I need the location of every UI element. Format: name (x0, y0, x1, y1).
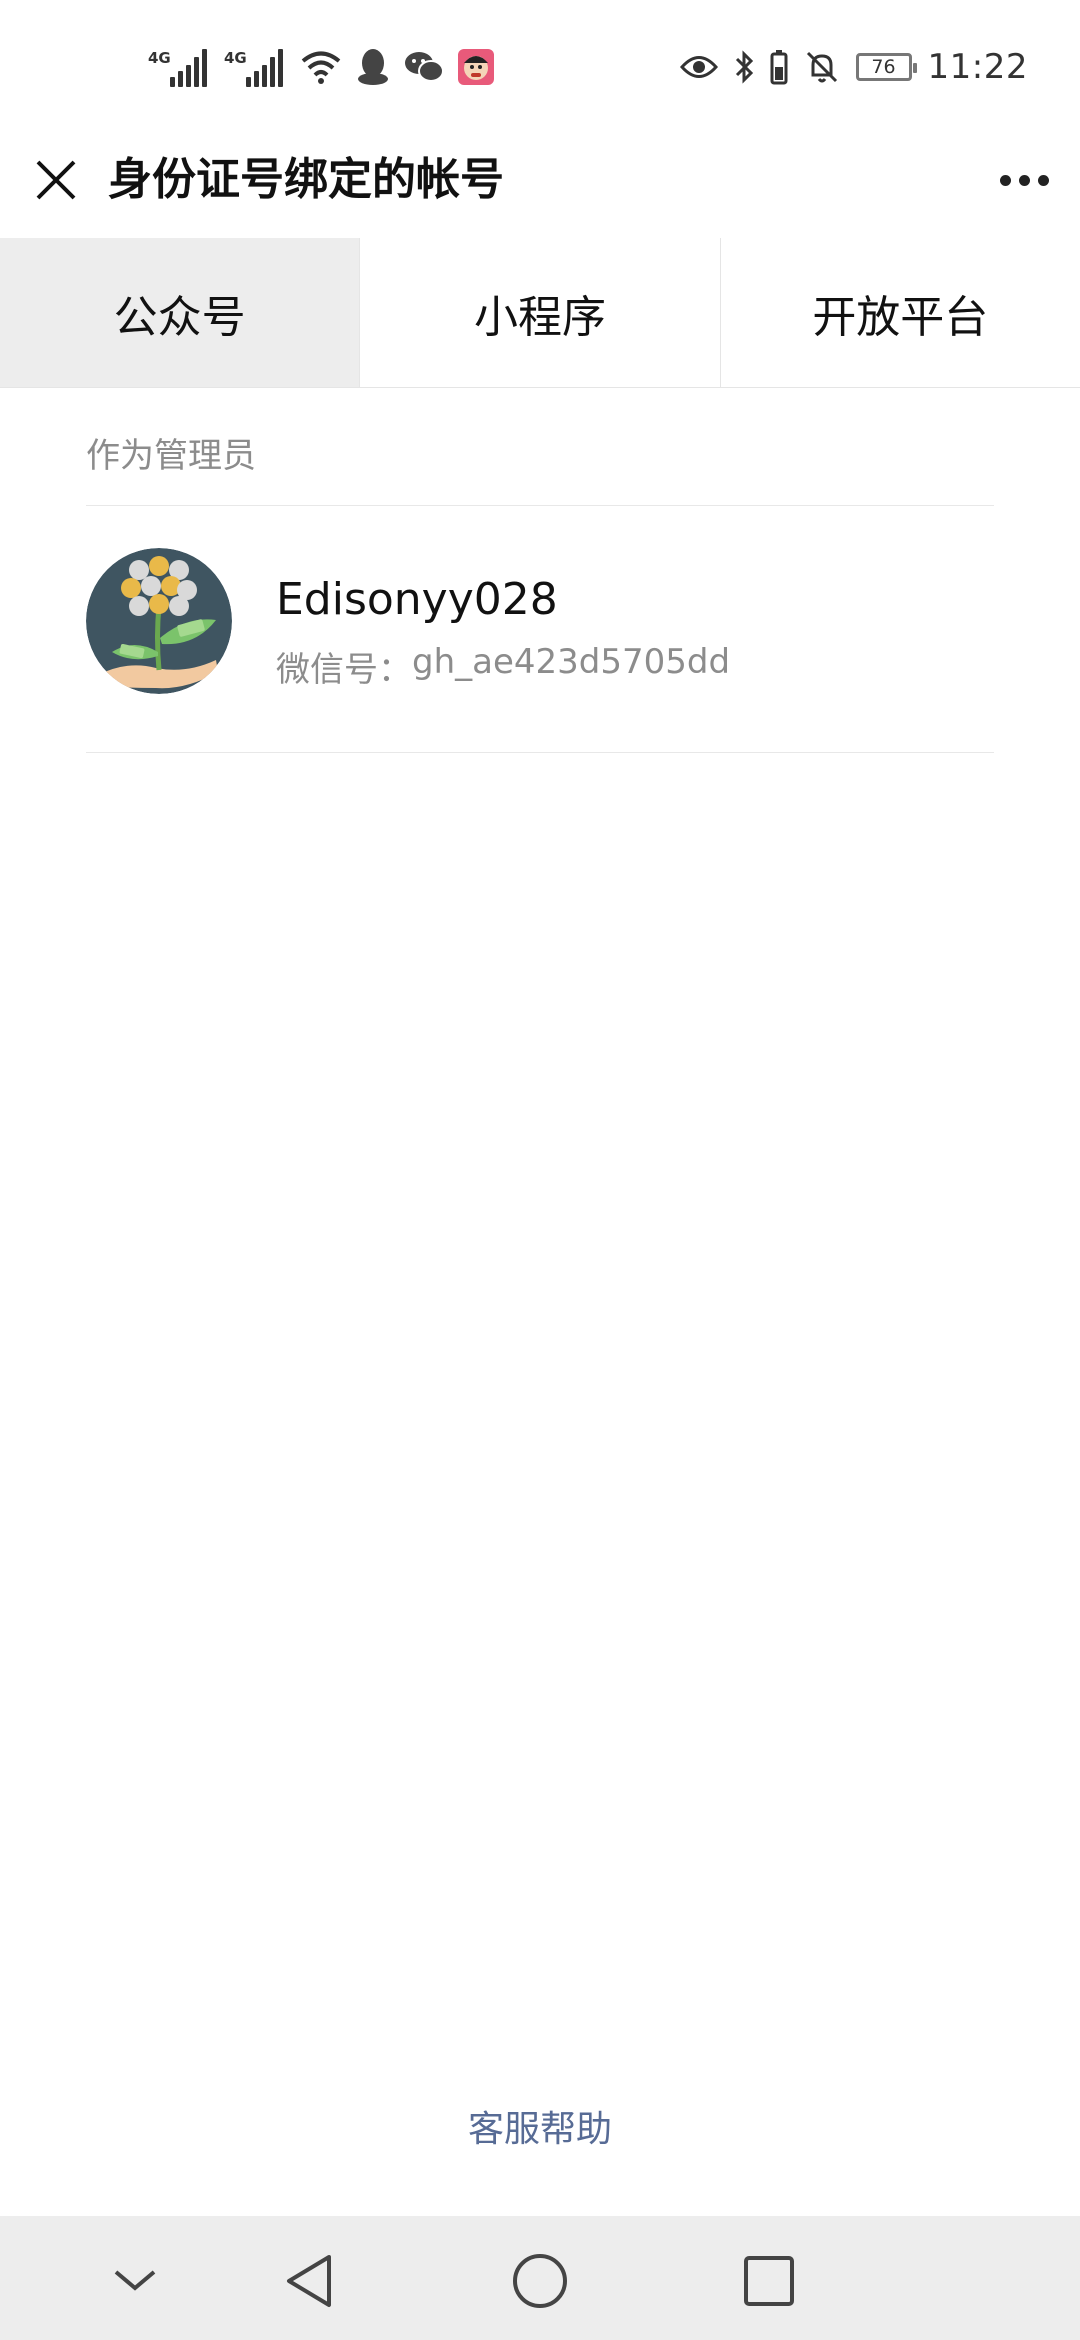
tab-open-platform[interactable]: 开放平台 (721, 238, 1080, 387)
home-button[interactable] (505, 2246, 575, 2316)
bell-off-icon (804, 49, 840, 85)
app-avatar-icon (458, 49, 494, 85)
chevron-down-icon (114, 2270, 156, 2291)
close-button[interactable] (28, 152, 84, 208)
account-name: Edisonyy028 (276, 574, 558, 625)
qq-icon (356, 47, 390, 87)
more-icon (999, 174, 1011, 186)
more-icon-dot (1037, 174, 1049, 186)
tab-official-accounts[interactable]: 公众号 (0, 238, 361, 387)
account-wechat-id: 微信号： gh_ae423d5705dd (276, 642, 730, 691)
bluetooth-icon (734, 49, 754, 85)
signal-icon: 4G (148, 47, 210, 87)
wifi-icon (300, 49, 342, 85)
tab-bar: 公众号 小程序 开放平台 (0, 238, 1080, 388)
system-navigation-bar (0, 2216, 1080, 2340)
network-type-label: 4G (224, 49, 247, 67)
back-triangle-icon (287, 2255, 331, 2307)
account-avatar (86, 548, 232, 694)
money-plant-avatar (86, 548, 232, 694)
signal-icon: 4G (224, 47, 286, 87)
tab-mini-programs[interactable]: 小程序 (360, 238, 721, 387)
section-title: 作为管理员 (86, 436, 256, 476)
status-left-icons: 4G 4G (148, 42, 494, 92)
network-type-label: 4G (148, 49, 171, 67)
status-right-icons: 76 11:22 (679, 42, 1028, 92)
hide-keyboard-button[interactable] (100, 2246, 170, 2316)
more-button[interactable] (992, 154, 1056, 206)
wechat-id-label: 微信号： (276, 650, 412, 690)
battery-icon: 76 (855, 53, 917, 81)
recents-button[interactable] (734, 2246, 804, 2316)
wechat-icon (404, 49, 444, 85)
eye-icon (679, 54, 718, 80)
clock: 11:22 (927, 47, 1028, 87)
status-bar: 4G 4G 76 11:22 (0, 0, 1080, 130)
recents-square-icon (744, 2256, 794, 2306)
home-circle-icon (513, 2254, 567, 2308)
customer-service-help-link[interactable]: 客服帮助 (0, 2100, 1080, 2152)
close-icon (36, 160, 76, 200)
more-icon-dot (1018, 174, 1030, 186)
divider (86, 752, 994, 753)
header: 身份证号绑定的帐号 (0, 130, 1080, 238)
battery-saver-icon (770, 49, 788, 85)
back-button[interactable] (274, 2246, 344, 2316)
page-title: 身份证号绑定的帐号 (108, 154, 504, 205)
account-list-item[interactable]: Edisonyy028 微信号： gh_ae423d5705dd (86, 506, 994, 752)
wechat-id-value: gh_ae423d5705dd (412, 642, 731, 682)
battery-level: 76 (871, 56, 896, 78)
